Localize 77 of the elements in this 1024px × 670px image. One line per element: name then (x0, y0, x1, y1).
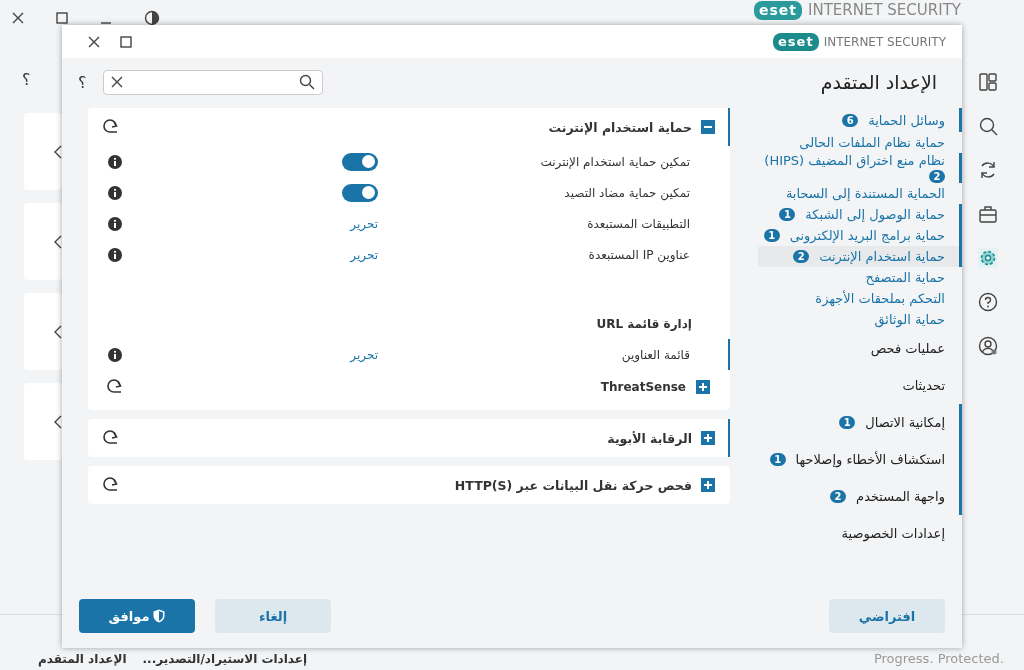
edit-link[interactable]: تحرير (350, 247, 378, 262)
maximize-icon[interactable] (120, 35, 132, 48)
sidebar-item[interactable]: إعدادات الخصوصية (754, 515, 962, 552)
collapse-icon[interactable] (701, 120, 715, 134)
footer-link[interactable]: الإعداد المتقدم (38, 652, 127, 666)
count-badge: 2 (793, 250, 810, 263)
info-icon (108, 154, 122, 169)
sidebar-link[interactable]: حماية المتصفح (754, 267, 962, 288)
sidebar-link[interactable]: حماية الوثائق (754, 309, 962, 330)
sidebar-item[interactable]: تحديثات (754, 367, 962, 404)
section-title[interactable]: فحص حركة نقل البيانات عبر HTTP(S) (129, 477, 692, 493)
sidebar-link[interactable]: الحماية المستندة إلى السحابة (754, 183, 962, 204)
brand-name: INTERNET SECURITY (808, 1, 961, 20)
info-icon (108, 247, 122, 262)
expand-icon[interactable] (701, 478, 715, 492)
setting-label: قائمة العناوين (620, 347, 690, 362)
help-button[interactable]: ؟ (22, 70, 31, 89)
section-title[interactable]: الرقابة الأبوية (129, 430, 692, 446)
reset-icon[interactable] (106, 379, 124, 395)
sidebar-link[interactable]: حماية نظام الملفات الحالى (754, 132, 962, 153)
help-icon[interactable] (978, 292, 998, 312)
search-icon[interactable] (978, 116, 998, 136)
count-badge: 1 (779, 208, 796, 221)
reset-icon[interactable] (102, 119, 120, 135)
close-icon[interactable] (12, 12, 24, 24)
briefcase-icon[interactable] (978, 204, 998, 224)
chevron-left-icon (54, 144, 62, 159)
chevron-left-icon (54, 234, 62, 249)
count-badge: 2 (929, 170, 945, 183)
sidebar-link[interactable]: التحكم بملحقات الأجهزة (754, 288, 962, 309)
setting-label: عناوين IP المستبعدة (587, 247, 690, 262)
brand-name: INTERNET SECURITY (823, 34, 946, 49)
section-title[interactable]: حماية استخدام الإنترنت (129, 119, 692, 135)
subsection-heading: إدارة قائمة URL (595, 316, 693, 332)
logo: eset (754, 1, 802, 20)
edit-link[interactable]: تحرير (350, 347, 378, 362)
shield-icon (153, 609, 166, 623)
count-badge: 1 (763, 229, 780, 242)
search-icon (298, 74, 315, 90)
reset-icon[interactable] (102, 430, 120, 446)
edit-link[interactable]: تحرير (350, 216, 378, 231)
count-badge: 2 (830, 490, 847, 503)
info-icon (108, 216, 122, 231)
expand-icon[interactable] (696, 380, 710, 394)
contrast-icon[interactable] (144, 10, 160, 26)
reset-icon[interactable] (102, 477, 120, 493)
toggle-switch[interactable] (342, 152, 378, 171)
sidebar-item[interactable]: عمليات فحص (754, 330, 962, 367)
toggle-switch[interactable] (342, 183, 378, 202)
count-badge: 6 (842, 113, 859, 127)
refresh-icon[interactable] (978, 160, 998, 180)
chevron-left-icon (54, 414, 62, 429)
help-button[interactable]: ؟ (78, 72, 87, 92)
clear-icon[interactable] (110, 76, 123, 88)
status-text: Progress. Protected. (873, 651, 1004, 666)
info-icon (108, 347, 122, 362)
user-icon[interactable] (978, 336, 998, 356)
count-badge: 1 (769, 453, 786, 466)
info-icon (108, 185, 122, 200)
dashboard-icon[interactable] (978, 72, 998, 92)
dialog-title: الإعداد المتقدم (819, 71, 937, 93)
logo: eset (773, 32, 819, 51)
expand-icon[interactable] (701, 431, 715, 445)
cancel-button[interactable]: إلغاء (215, 599, 331, 633)
default-button[interactable]: افتراضي (829, 599, 945, 633)
close-icon[interactable] (88, 35, 100, 48)
gear-icon[interactable] (978, 248, 998, 268)
setting-label: تمكين حماية استخدام الإنترنت (539, 154, 690, 169)
footer-link[interactable]: إعدادات الاستيراد/التصدير... (142, 652, 308, 666)
count-badge: 1 (839, 416, 856, 429)
search-field[interactable] (102, 69, 323, 95)
chevron-left-icon (54, 324, 62, 339)
maximize-icon[interactable] (56, 12, 68, 24)
setting-label: التطبيقات المستبعدة (586, 216, 690, 231)
ok-button[interactable]: موافق (79, 599, 195, 633)
setting-label: تمكين حماية مضاد التصيد (563, 185, 690, 200)
subsection-title[interactable]: ThreatSense (134, 380, 686, 394)
